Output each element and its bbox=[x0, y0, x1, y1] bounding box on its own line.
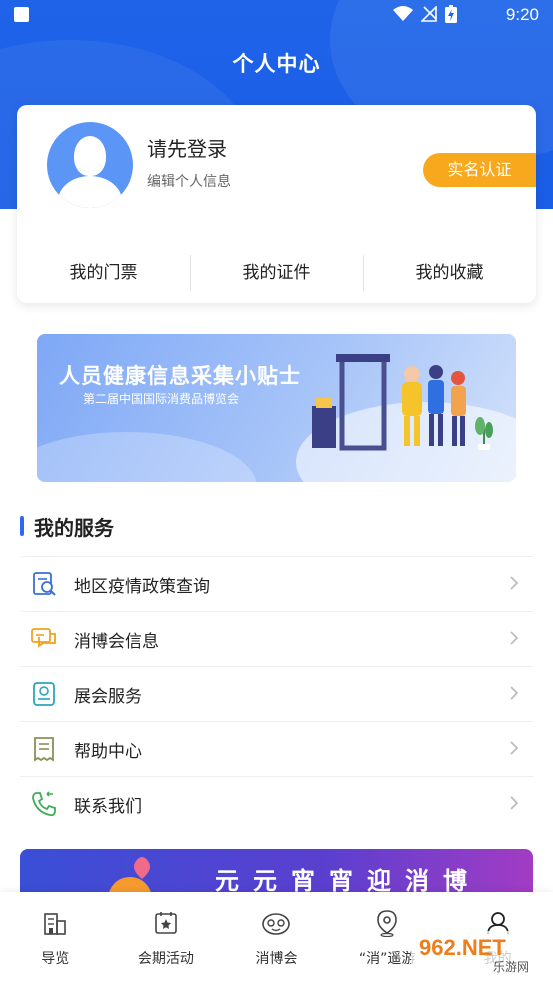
tab-my-favorites[interactable]: 我的收藏 bbox=[363, 253, 536, 293]
chat-icon bbox=[31, 628, 56, 648]
search-doc-icon bbox=[33, 572, 56, 596]
battery-charging-icon bbox=[445, 5, 457, 23]
avatar[interactable] bbox=[47, 122, 133, 208]
receipt-icon bbox=[34, 737, 54, 762]
chevron-right-icon bbox=[510, 741, 519, 755]
chevron-right-icon bbox=[510, 686, 519, 700]
nav-item-expo[interactable]: 消博会 bbox=[221, 892, 332, 983]
nav-label: 会期活动 bbox=[137, 951, 194, 967]
banner-subtitle: 第二届中国国际消费品博览会 bbox=[83, 392, 240, 406]
service-card-icon bbox=[33, 682, 55, 706]
service-label: 帮助中心 bbox=[74, 741, 142, 762]
location-icon bbox=[377, 910, 397, 937]
svg-text:962.NET: 962.NET bbox=[419, 935, 506, 960]
wifi-icon bbox=[393, 6, 413, 21]
phone-icon bbox=[32, 791, 56, 817]
chevron-right-icon bbox=[510, 796, 519, 810]
security-check-illustration bbox=[312, 354, 493, 451]
notification-icon bbox=[14, 7, 29, 22]
mascot-icon bbox=[262, 913, 291, 935]
service-item-exhibition-service[interactable]: 展会服务 bbox=[20, 666, 533, 721]
banner-text: 元元宵宵迎消博 bbox=[215, 867, 481, 895]
service-label: 展会服务 bbox=[74, 686, 142, 707]
page-title: 个人中心 bbox=[232, 52, 321, 76]
tab-my-credentials[interactable]: 我的证件 bbox=[190, 253, 363, 293]
nav-label: “消”遥游 bbox=[358, 951, 416, 967]
edit-profile-link[interactable]: 编辑个人信息 bbox=[147, 171, 231, 191]
nav-label: 导览 bbox=[41, 951, 70, 967]
svg-text:乐游网: 乐游网 bbox=[493, 960, 529, 974]
quick-tabs: 我的门票 我的证件 我的收藏 bbox=[17, 253, 536, 293]
my-services-heading: 我的服务 bbox=[20, 512, 114, 540]
section-title-text: 我的服务 bbox=[34, 515, 114, 540]
service-label: 消博会信息 bbox=[74, 631, 159, 652]
service-label: 联系我们 bbox=[74, 796, 142, 817]
site-watermark-logo: 962.NET 乐游网 bbox=[411, 931, 547, 975]
status-bar: 9:20 bbox=[0, 0, 553, 30]
service-label: 地区疫情政策查询 bbox=[74, 576, 210, 597]
service-item-expo-info[interactable]: 消博会信息 bbox=[20, 611, 533, 666]
real-name-verify-button[interactable]: 实名认证 bbox=[423, 153, 536, 187]
chevron-right-icon bbox=[510, 631, 519, 645]
service-item-help-center[interactable]: 帮助中心 bbox=[20, 721, 533, 776]
service-list: 地区疫情政策查询 消博会信息 展会服务 帮助中心 联系我们 bbox=[20, 556, 533, 831]
nav-label: 消博会 bbox=[255, 951, 298, 967]
building-icon bbox=[44, 913, 67, 935]
chevron-right-icon bbox=[510, 576, 519, 590]
service-item-epidemic-policy[interactable]: 地区疫情政策查询 bbox=[20, 556, 533, 611]
tab-my-tickets[interactable]: 我的门票 bbox=[17, 253, 190, 293]
clock: 9:20 bbox=[505, 5, 539, 24]
nav-item-events[interactable]: 会期活动 bbox=[111, 892, 222, 983]
nav-item-guide[interactable]: 导览 bbox=[0, 892, 111, 983]
no-signal-icon bbox=[421, 6, 437, 22]
profile-card: 请先登录 编辑个人信息 实名认证 我的门票 我的证件 我的收藏 bbox=[17, 105, 536, 303]
star-calendar-icon bbox=[155, 912, 177, 934]
health-info-banner[interactable]: 人员健康信息采集小贴士 第二届中国国际消费品博览会 bbox=[37, 334, 516, 482]
login-prompt[interactable]: 请先登录 bbox=[147, 133, 227, 162]
service-item-contact-us[interactable]: 联系我们 bbox=[20, 776, 533, 831]
banner-title: 人员健康信息采集小贴士 bbox=[59, 364, 301, 388]
